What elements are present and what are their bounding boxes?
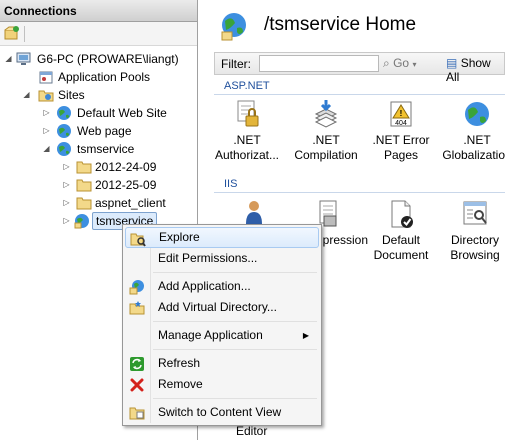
group-title-aspnet: ASP.NET [224,80,270,92]
globe-icon [56,123,72,139]
feature-directory-browsing[interactable]: Directory Browsing [438,198,505,263]
feature-net-compilation[interactable]: .NET Compilation [289,98,363,163]
feature-label: .NET Error Pages [372,133,430,162]
tree-label: Sites [58,88,85,102]
tree-label: aspnet_client [95,196,166,210]
tree-label: Web page [77,124,132,138]
folder-icon [76,159,92,175]
go-button[interactable]: ⌕ Go ▾ [383,56,416,71]
globe-icon [56,141,72,157]
expand-icon[interactable]: ▷ [62,180,71,189]
menu-item-label: Add Virtual Directory... [158,300,277,314]
feature-default-document[interactable]: Default Document [364,198,438,263]
chevron-down-icon: ▾ [412,60,417,69]
menu-item-label: Edit Permissions... [158,251,258,265]
feature-label: .NET Authorizat... [214,133,280,162]
menu-item-label: Add Application... [158,279,251,293]
expand-icon[interactable]: ▷ [42,108,51,117]
tree-label: 2012-24-09 [95,160,157,174]
connect-icon[interactable] [3,25,21,42]
menu-item-refresh[interactable]: Refresh [125,353,319,374]
tree-label: Application Pools [58,70,151,84]
application-pools-icon [38,69,54,85]
menu-item-label: Manage Application [158,328,263,342]
menu-separator [153,349,317,350]
go-label: Go [393,56,410,70]
globe-icon [461,98,493,130]
tree-label: tsmservice [77,142,135,156]
menu-item-edit-permissions[interactable]: Edit Permissions... [125,248,319,269]
folder-icon [76,195,92,211]
menu-item-label: Switch to Content View [158,405,282,419]
remove-icon [129,377,145,393]
connections-toolbar [0,22,197,46]
filter-input[interactable] [259,55,379,72]
feature-label-partial: Editor [236,424,268,438]
feature-label: .NET Compilation [294,133,358,162]
menu-item-explore[interactable]: Explore [125,227,319,248]
globe-icon [56,105,72,121]
menu-separator [153,272,317,273]
menu-item-label: Refresh [158,356,201,370]
group-divider [214,192,505,193]
page-title: /tsmservice Home [264,14,417,35]
feature-label: Default Document [373,233,429,262]
error-404-icon: ! 404 [385,98,417,130]
expand-icon[interactable]: ▷ [62,162,71,171]
group-divider [214,94,505,95]
content-view-icon [129,405,145,421]
filter-label: Filter: [221,57,251,71]
group-title-iis: IIS [224,178,238,190]
binoculars-icon: ⌕ [383,56,390,70]
submenu-arrow-icon: ▶ [302,331,309,340]
context-menu: Explore Edit Permissions... Add Applicat… [122,224,322,426]
menu-item-add-virtual-directory[interactable]: Add Virtual Directory... [125,297,319,318]
filter-bar: Filter: ⌕ Go ▾ ▤ Show All [214,52,505,84]
menu-item-add-application[interactable]: Add Application... [125,276,319,297]
show-all-icon: ▤ [446,56,458,70]
add-application-icon [129,279,145,295]
tree-label: G6-PC (PROWARE\liangt) [37,52,179,66]
collapse-icon[interactable]: ◢ [22,90,31,99]
directory-browsing-icon [459,198,491,230]
collapse-icon[interactable]: ◢ [42,144,51,153]
collapse-icon[interactable]: ◢ [4,54,13,63]
menu-item-manage-application[interactable]: Manage Application ▶ [125,325,319,346]
feature-net-error-pages[interactable]: ! 404 .NET Error Pages [364,98,438,163]
sites-folder-icon [38,87,54,103]
menu-item-switch-content-view[interactable]: Switch to Content View [125,402,319,423]
svg-text:!: ! [400,109,403,118]
default-document-icon [385,198,417,230]
svg-text:404: 404 [395,120,407,127]
menu-item-label: Remove [158,377,203,391]
folder-icon [76,177,92,193]
show-all-button[interactable]: ▤ Show All [446,56,504,84]
feature-net-globalization[interactable]: .NET Globalization [440,98,505,163]
tree-label: Default Web Site [77,106,167,120]
expand-icon[interactable]: ▷ [42,126,51,135]
feature-label: .NET Globalization [442,133,505,162]
refresh-icon [129,356,145,372]
server-icon [16,51,32,67]
add-virtual-directory-icon [129,300,145,316]
menu-item-remove[interactable]: Remove [125,374,319,395]
feature-net-authorization[interactable]: .NET Authorizat... [210,98,284,163]
feature-label: Directory Browsing [450,233,500,262]
globe-icon [218,10,250,45]
menu-item-label: Explore [159,230,200,244]
expand-icon[interactable]: ▷ [62,216,71,225]
application-icon [74,213,90,229]
menu-separator [153,398,317,399]
menu-separator [153,321,317,322]
toolbar-separator [24,26,25,42]
connections-header: Connections [0,0,197,22]
expand-icon[interactable]: ▷ [62,198,71,207]
tree-label: 2012-25-09 [95,178,157,192]
explore-icon [130,231,146,247]
compilation-icon [310,98,342,130]
lock-icon [231,98,263,130]
